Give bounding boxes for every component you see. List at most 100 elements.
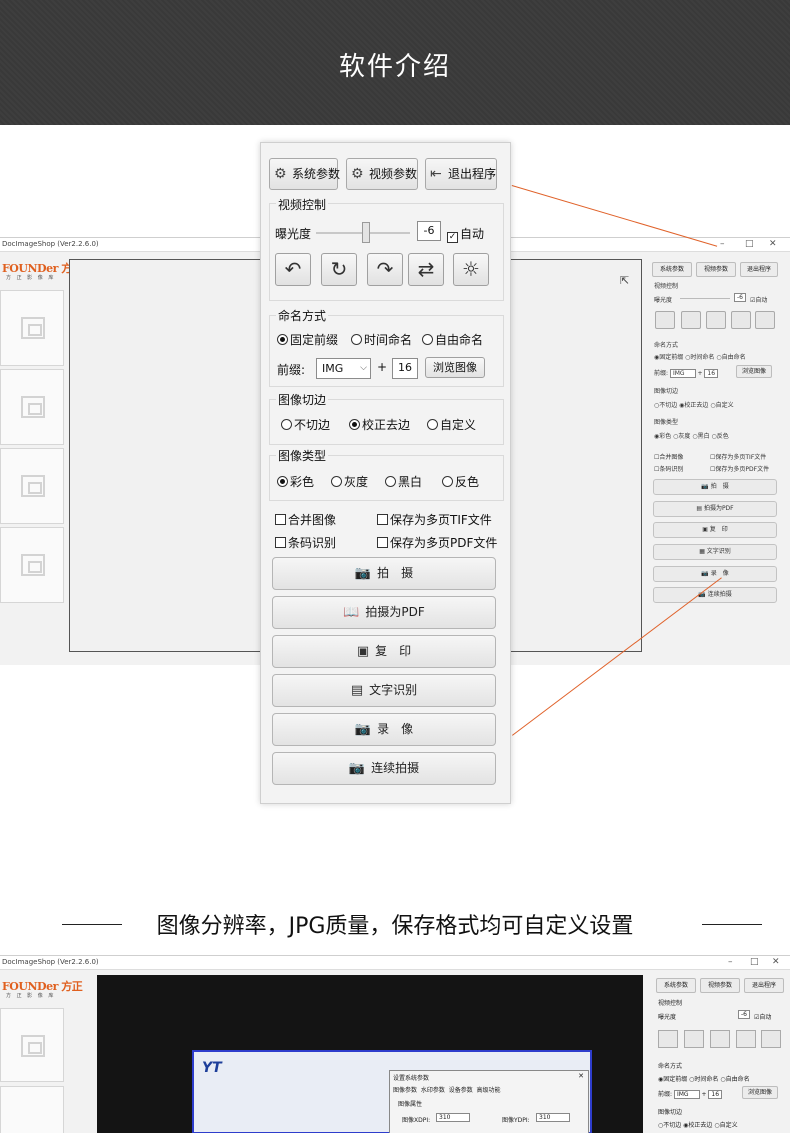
mini2-brightness-icon[interactable]	[761, 1030, 781, 1048]
mini-naming-title: 命名方式	[654, 342, 679, 349]
auto-checkbox[interactable]: ✓ 自动	[447, 225, 484, 243]
mini-system-params-button[interactable]: 系统参数	[652, 262, 692, 277]
naming-option-free[interactable]: 自由命名	[422, 331, 483, 348]
merge-images-label: 合并图像	[288, 513, 337, 527]
exposure-value-input[interactable]: -6	[417, 221, 441, 241]
mini2-crop-options[interactable]: ○不切边 ◉校正去边 ○自定义	[658, 1120, 738, 1129]
rotate-right-icon[interactable]: ↷	[367, 253, 403, 286]
ydpi-input[interactable]: 310	[536, 1113, 570, 1122]
close-icon[interactable]: ✕	[769, 239, 777, 249]
mini-pdf-checkbox[interactable]: ☐保存为多页PDF文件	[710, 464, 769, 473]
record-button[interactable]: 📷 录 像	[272, 713, 496, 746]
rotate-icon[interactable]: ↻	[321, 253, 357, 286]
close-icon[interactable]: ✕	[772, 957, 780, 967]
subtitle-right-rule	[702, 924, 762, 925]
system-params-button[interactable]: ⚙ 系统参数	[269, 158, 340, 190]
thumbnail-slot[interactable]	[0, 369, 64, 445]
mini-exposure-slider[interactable]	[680, 298, 730, 299]
crop-option-label: 自定义	[440, 418, 477, 432]
tab-device[interactable]: 设备参数	[449, 1087, 473, 1094]
save-pdf-checkbox[interactable]: 保存为多页PDF文件	[377, 534, 497, 551]
mini-record-button[interactable]: 📷 录 像	[653, 566, 777, 582]
rotate-left-icon[interactable]: ↶	[275, 253, 311, 286]
prefix-select[interactable]: IMG ⌵	[316, 358, 371, 379]
mini-exposure-value[interactable]: -6	[734, 293, 746, 302]
mini-capture-button[interactable]: 📷 拍 摄	[653, 479, 777, 495]
minimize-icon[interactable]: –	[720, 239, 725, 249]
barcode-checkbox[interactable]: 条码识别	[275, 534, 336, 551]
mini-ocr-button[interactable]: ▦ 文字识别	[653, 544, 777, 560]
mini2-prefix-select[interactable]: IMG	[673, 1090, 700, 1099]
continuous-capture-button[interactable]: 📷 连续拍摄	[272, 752, 496, 785]
type-option-bw[interactable]: 黑白	[385, 473, 422, 490]
maximize-icon[interactable]: □	[745, 239, 754, 249]
mini-image-type-options[interactable]: ◉彩色 ○灰度 ○黑白 ○反色	[654, 431, 729, 440]
thumbnail-slot[interactable]	[0, 290, 64, 366]
mini-prefix-select[interactable]: IMG	[669, 369, 696, 378]
mini-video-params-button[interactable]: 视频参数	[696, 262, 736, 277]
mini2-auto-checkbox[interactable]: ☑自动	[754, 1012, 771, 1021]
mini-auto-checkbox[interactable]: ☑自动	[750, 295, 767, 304]
mini2-naming-options[interactable]: ◉固定前缀 ○时间命名 ○自由命名	[658, 1074, 750, 1083]
save-tif-checkbox[interactable]: 保存为多页TIF文件	[377, 511, 492, 528]
mini-crop-options[interactable]: ○不切边 ◉校正去边 ○自定义	[654, 400, 734, 409]
mini-continuous-button[interactable]: 📷 连续拍摄	[653, 587, 777, 603]
tab-advanced[interactable]: 高级功能	[477, 1087, 501, 1094]
mini2-rotate-left-icon[interactable]	[658, 1030, 678, 1048]
exposure-slider-thumb[interactable]	[361, 222, 370, 243]
xdpi-input[interactable]: 310	[436, 1113, 470, 1122]
crop-option-custom[interactable]: 自定义	[427, 416, 476, 433]
close-icon[interactable]: ✕	[578, 1072, 584, 1080]
mini-copy-button[interactable]: ▣ 复 印	[653, 522, 777, 538]
swap-icon[interactable]: ⇄	[408, 253, 444, 286]
mini-brightness-icon[interactable]	[755, 311, 775, 329]
camera-preview[interactable]: YT 设置系统参数 ✕ 图像参数 水印参数 设备参数 高级功能 图像属性 图像X…	[97, 975, 643, 1133]
mini2-system-params-button[interactable]: 系统参数	[656, 978, 696, 993]
mini2-exit-button[interactable]: 退出程序	[744, 978, 784, 993]
mini2-video-params-button[interactable]: 视频参数	[700, 978, 740, 993]
type-option-gray[interactable]: 灰度	[331, 473, 368, 490]
thumbnail-slot[interactable]	[0, 1086, 64, 1133]
naming-option-fixed[interactable]: 固定前缀	[277, 331, 338, 348]
mini-exit-button[interactable]: 退出程序	[740, 262, 778, 277]
ocr-button[interactable]: ▤ 文字识别	[272, 674, 496, 707]
capture-pdf-button[interactable]: 📖 拍摄为PDF	[272, 596, 496, 629]
exit-button[interactable]: ⇤ 退出程序	[425, 158, 497, 190]
brightness-icon[interactable]: ☼	[453, 253, 489, 286]
minimize-icon[interactable]: –	[728, 957, 733, 967]
capture-button[interactable]: 📷 拍 摄	[272, 557, 496, 590]
merge-images-checkbox[interactable]: 合并图像	[275, 511, 336, 528]
maximize-icon[interactable]: □	[750, 957, 759, 967]
type-option-invert[interactable]: 反色	[442, 473, 479, 490]
copy-button[interactable]: ▣ 复 印	[272, 635, 496, 668]
tab-watermark[interactable]: 水印参数	[421, 1087, 445, 1094]
mini2-number-input[interactable]: 16	[708, 1090, 723, 1099]
mini-tif-checkbox[interactable]: ☐保存为多页TIF文件	[710, 452, 766, 461]
mini-capture-pdf-button[interactable]: ▤ 拍摄为PDF	[653, 501, 777, 517]
thumbnail-slot[interactable]	[0, 448, 64, 524]
thumbnail-slot[interactable]	[0, 527, 64, 603]
thumbnail-slot[interactable]	[0, 1008, 64, 1082]
mini-browse-button[interactable]: 浏览图像	[736, 365, 772, 378]
crop-option-correct[interactable]: 校正去边	[349, 416, 410, 433]
mini-rotate-icon[interactable]	[681, 311, 701, 329]
mini2-exposure-value[interactable]: -6	[738, 1010, 750, 1019]
mini2-browse-button[interactable]: 浏览图像	[742, 1086, 778, 1099]
mini-rotate-right-icon[interactable]	[706, 311, 726, 329]
mini-number-input[interactable]: 16	[704, 369, 719, 378]
video-params-button[interactable]: ⚙ 视频参数	[346, 158, 418, 190]
browse-images-button[interactable]: 浏览图像	[425, 357, 485, 378]
tab-image-params[interactable]: 图像参数	[393, 1087, 417, 1094]
mini2-rotate-right-icon[interactable]	[710, 1030, 730, 1048]
number-input[interactable]: 16	[392, 358, 418, 379]
mini2-rotate-icon[interactable]	[684, 1030, 704, 1048]
mini-rotate-left-icon[interactable]	[655, 311, 675, 329]
mini-swap-icon[interactable]	[731, 311, 751, 329]
mini-naming-options[interactable]: ◉固定前缀 ○时间命名 ○自由命名	[654, 352, 746, 361]
naming-option-time[interactable]: 时间命名	[351, 331, 412, 348]
crop-option-none[interactable]: 不切边	[281, 416, 330, 433]
mini-barcode-checkbox[interactable]: ☐条码识别	[654, 464, 683, 473]
mini2-swap-icon[interactable]	[736, 1030, 756, 1048]
mini-merge-checkbox[interactable]: ☐合并图像	[654, 452, 683, 461]
type-option-color[interactable]: 彩色	[277, 473, 314, 490]
